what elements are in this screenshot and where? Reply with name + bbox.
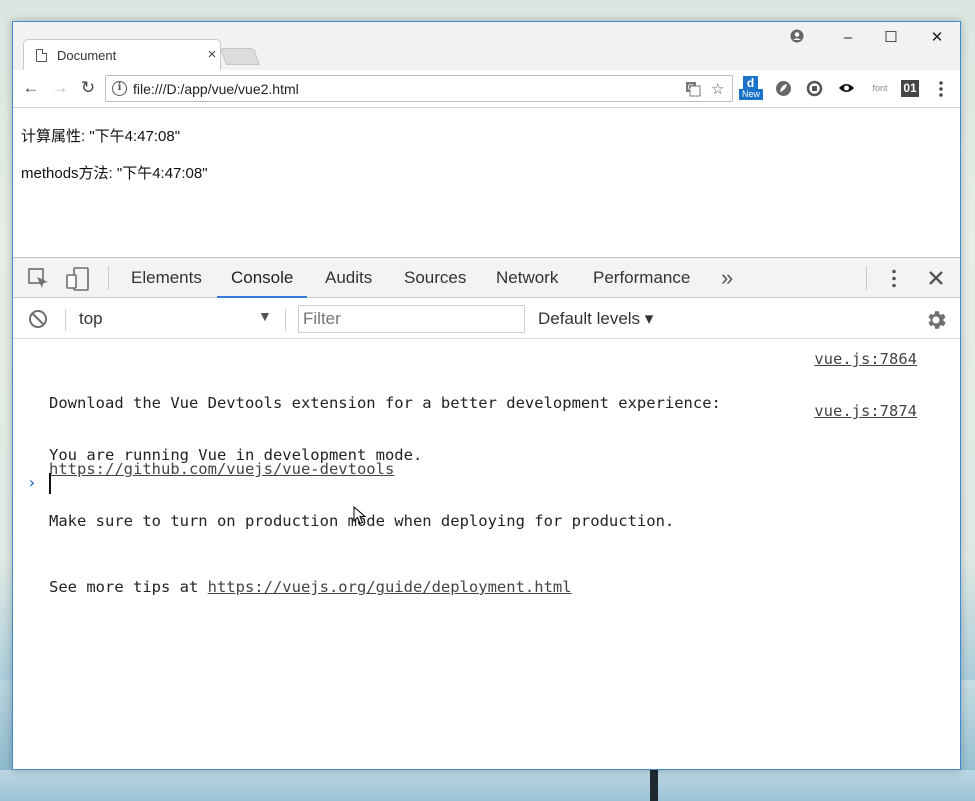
console-filter-bar: top ▼ Default levels ▾ bbox=[13, 299, 960, 339]
translate-icon[interactable]: G bbox=[685, 81, 701, 97]
close-window-button[interactable]: ✕ bbox=[922, 29, 952, 47]
extension-binary-icon[interactable]: 01 bbox=[901, 80, 919, 97]
devtools-menu-icon[interactable] bbox=[892, 269, 896, 288]
tab-close-button[interactable]: × bbox=[204, 47, 220, 63]
source-link[interactable]: vue.js:7864 bbox=[814, 348, 917, 370]
tab-sources[interactable]: Sources bbox=[390, 258, 480, 298]
devtools-tab-bar: Elements Console Audits Sources Network … bbox=[13, 258, 960, 298]
desktop-post bbox=[650, 770, 658, 801]
browser-tab[interactable]: Document × bbox=[23, 39, 221, 70]
reload-button[interactable]: ↻ bbox=[77, 77, 99, 99]
new-badge: New bbox=[739, 89, 763, 100]
tab-elements[interactable]: Elements bbox=[117, 258, 216, 298]
back-button[interactable]: ← bbox=[20, 77, 42, 99]
device-toolbar-icon[interactable] bbox=[66, 267, 90, 291]
mouse-cursor-icon bbox=[353, 506, 367, 525]
info-icon[interactable]: i bbox=[112, 81, 127, 96]
source-link[interactable]: vue.js:7874 bbox=[814, 400, 917, 422]
tab-audits[interactable]: Audits bbox=[311, 258, 386, 298]
settings-gear-icon[interactable] bbox=[924, 308, 948, 332]
extension-eye-icon[interactable] bbox=[838, 82, 855, 94]
more-tabs-button[interactable]: » bbox=[707, 258, 747, 298]
bookmark-star-icon[interactable]: ☆ bbox=[711, 80, 724, 98]
inspect-element-icon[interactable] bbox=[28, 268, 50, 290]
log-levels-dropdown[interactable]: Default levels ▾ bbox=[538, 309, 653, 329]
maximize-button[interactable]: ☐ bbox=[876, 29, 906, 47]
forward-button[interactable]: → bbox=[49, 77, 71, 99]
address-bar[interactable]: i file:///D:/app/vue/vue2.html G ☆ bbox=[105, 75, 733, 102]
extension-refresh-icon[interactable] bbox=[806, 80, 823, 97]
extension-font-icon[interactable]: font bbox=[869, 77, 891, 99]
deployment-link[interactable]: https://vuejs.org/guide/deployment.html bbox=[208, 578, 572, 596]
browser-menu-icon[interactable] bbox=[939, 81, 943, 97]
tab-console[interactable]: Console bbox=[217, 258, 308, 298]
console-input-caret[interactable] bbox=[49, 473, 51, 494]
message-text: You are running Vue in development mode. bbox=[49, 446, 423, 464]
filter-input[interactable] bbox=[298, 305, 525, 333]
page-content: 计算属性: "下午4:47:08" methods方法: "下午4:47:08" bbox=[13, 109, 960, 258]
tab-strip: Document × – ☐ ✕ bbox=[13, 22, 960, 70]
url-text: file:///D:/app/vue/vue2.html bbox=[133, 81, 299, 97]
extension-leaf-icon[interactable] bbox=[775, 80, 792, 97]
extension-new-icon[interactable]: d New bbox=[739, 76, 763, 102]
browser-toolbar: ← → ↻ i file:///D:/app/vue/vue2.html G ☆… bbox=[13, 70, 960, 108]
browser-window: Document × – ☐ ✕ ← → ↻ i file:///D:/app/… bbox=[12, 21, 961, 770]
computed-property-text: 计算属性: "下午4:47:08" bbox=[21, 128, 181, 145]
tab-title: Document bbox=[57, 47, 117, 63]
desktop-background-bottom bbox=[0, 770, 975, 801]
devtools-close-icon[interactable] bbox=[928, 270, 944, 286]
profile-icon[interactable] bbox=[790, 29, 804, 43]
svg-text:G: G bbox=[688, 83, 694, 92]
methods-text: methods方法: "下午4:47:08" bbox=[21, 165, 208, 182]
console-output: Download the Vue Devtools extension for … bbox=[13, 340, 960, 770]
new-tab-button[interactable] bbox=[219, 48, 261, 65]
console-prompt-icon: › bbox=[27, 473, 37, 492]
tab-performance[interactable]: Performance bbox=[579, 258, 704, 298]
minimize-button[interactable]: – bbox=[833, 29, 863, 47]
devtools-panel: Elements Console Audits Sources Network … bbox=[13, 257, 960, 769]
context-selector[interactable]: top bbox=[79, 309, 103, 329]
chevron-down-icon[interactable]: ▼ bbox=[258, 308, 272, 324]
document-icon bbox=[36, 48, 47, 62]
tab-network[interactable]: Network bbox=[482, 258, 572, 298]
clear-console-icon[interactable] bbox=[28, 309, 48, 329]
